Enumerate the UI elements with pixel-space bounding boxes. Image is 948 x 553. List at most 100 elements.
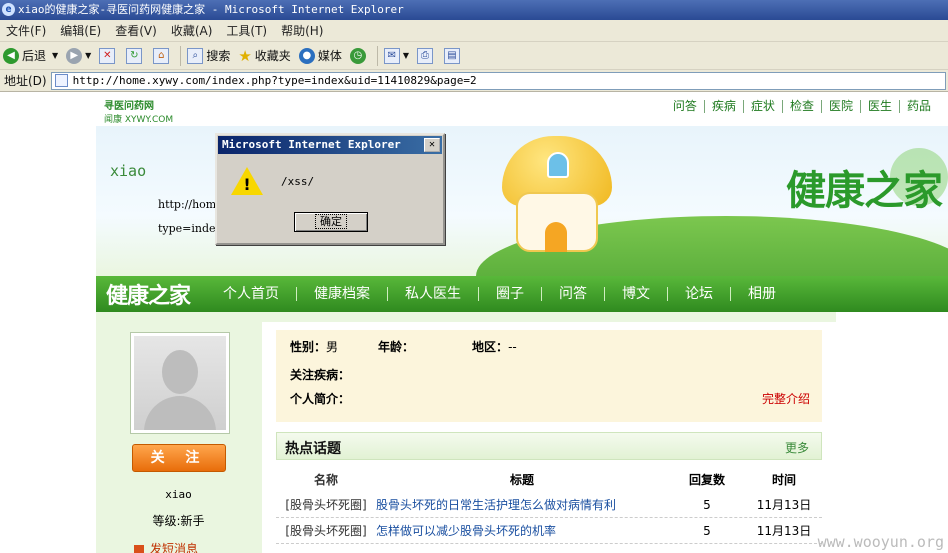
follow-button[interactable]: 关 注 — [132, 444, 226, 472]
dialog-ok-button[interactable]: 确定 — [294, 212, 368, 232]
window-titlebar: e xiao的健康之家-寻医问药网健康之家 - Microsoft Intern… — [0, 0, 948, 20]
ie-logo-icon: e — [2, 3, 15, 16]
nav-item-qa[interactable]: 问答 — [542, 287, 606, 301]
row-title-link[interactable]: 股骨头坏死的日常生活护理怎么做对病情有利 — [376, 496, 668, 513]
complete-intro-link[interactable]: 完整介绍 — [762, 390, 810, 407]
gender-label: 性别： — [290, 340, 327, 354]
media-icon: ● — [298, 47, 315, 64]
top-links: 问答 疾病 症状 检查 医院 医生 药品 — [666, 100, 938, 113]
favorites-button[interactable]: ★ 收藏夹 — [238, 47, 290, 65]
nav-item-home[interactable]: 个人首页 — [206, 287, 298, 301]
site-top-nav: 寻医问药网 闻康 XYWY.COM 问答 疾病 症状 检查 医院 医生 药品 — [96, 92, 948, 126]
address-label: 地址(D) — [4, 74, 47, 88]
address-url: http://home.xywy.com/index.php?type=inde… — [72, 74, 477, 87]
row-time: 11月13日 — [756, 524, 812, 538]
send-message-label: 发短消息 — [150, 542, 199, 553]
banner-username: xiao — [110, 162, 147, 180]
top-link-medicine[interactable]: 药品 — [900, 100, 938, 113]
nav-logo[interactable]: 健康之家 — [106, 278, 191, 310]
site-logo-line2: 闻康 XYWY.COM — [104, 115, 174, 125]
forward-button[interactable]: ▶ ▼ — [66, 47, 91, 64]
mail-dropdown-icon[interactable]: ▼ — [403, 51, 409, 60]
top-link-doctor[interactable]: 医生 — [861, 100, 900, 113]
row-replies: 5 — [703, 497, 711, 512]
history-button[interactable]: ◷ — [349, 47, 369, 64]
back-dropdown-icon[interactable]: ▼ — [52, 51, 58, 60]
send-message-link[interactable]: 发短消息 — [134, 540, 198, 553]
intro-label: 个人简介： — [290, 392, 351, 406]
refresh-button[interactable]: ↻ — [126, 47, 145, 64]
mail-icon: ✉ — [383, 47, 400, 64]
mail-button[interactable]: ✉ ▼ — [383, 47, 409, 64]
row-group-link[interactable]: [股骨头坏死圈] — [276, 496, 376, 513]
home-button[interactable]: ⌂ — [153, 47, 172, 64]
toolbar-separator — [376, 45, 378, 66]
nav-item-private-doctor[interactable]: 私人医生 — [388, 287, 480, 301]
gender-value: 男 — [326, 340, 339, 354]
menu-edit[interactable]: 编辑(E) — [60, 22, 101, 39]
banner-url-line1: http://hom — [158, 198, 217, 211]
alert-dialog: Microsoft Internet Explorer ✕ ! /xss/ 确定 — [215, 133, 445, 245]
toolbar-separator — [180, 45, 182, 66]
nav-item-album[interactable]: 相册 — [731, 287, 793, 301]
profile-main: 性别：男 年龄： 地区：-- 关注疾病： 个人简介： 完整介绍 热点话题 更多 … — [262, 322, 836, 553]
edit-button[interactable]: ▤ — [443, 47, 463, 64]
disease-label: 关注疾病： — [290, 368, 351, 382]
row-title-link[interactable]: 怎样做可以减少股骨头坏死的机率 — [376, 522, 668, 539]
hot-topics-table: 名称 标题 回复数 时间 [股骨头坏死圈] 股骨头坏死的日常生活护理怎么做对病情… — [276, 466, 822, 544]
col-header-name: 名称 — [313, 472, 338, 487]
profile-info-box: 性别：男 年龄： 地区：-- 关注疾病： 个人简介： 完整介绍 — [276, 330, 822, 422]
main-nav: 健康之家 个人首页 健康档案 私人医生 圈子 问答 博文 论坛 相册 — [96, 276, 948, 312]
hot-topics-title: 热点话题 — [285, 441, 341, 457]
site-logo[interactable]: 寻医问药网 闻康 XYWY.COM — [104, 97, 173, 125]
region-value: -- — [508, 340, 517, 354]
nav-item-health-record[interactable]: 健康档案 — [297, 287, 389, 301]
back-label: 后退 — [22, 49, 47, 63]
nav-item-blog[interactable]: 博文 — [605, 287, 669, 301]
row-group-link[interactable]: [股骨头坏死圈] — [276, 522, 376, 539]
banner-house-door — [545, 222, 567, 252]
nav-item-circle[interactable]: 圈子 — [479, 287, 543, 301]
menu-view[interactable]: 查看(V) — [115, 22, 157, 39]
edit-page-icon: ▤ — [443, 47, 460, 64]
favorites-label: 收藏夹 — [254, 49, 291, 63]
media-label: 媒体 — [317, 49, 342, 63]
menu-file[interactable]: 文件(F) — [6, 22, 46, 39]
dialog-title: Microsoft Internet Explorer — [222, 138, 401, 151]
print-button[interactable]: ⎙ — [416, 47, 436, 64]
top-link-exam[interactable]: 检查 — [783, 100, 822, 113]
top-link-symptom[interactable]: 症状 — [744, 100, 783, 113]
address-input[interactable]: http://home.xywy.com/index.php?type=inde… — [50, 71, 946, 90]
banner-brand: 健康之家 — [786, 168, 943, 214]
content-area: 关 注 xiao 等级:新手 发短消息 性别：男 年龄： 地区：-- 关注疾病：… — [96, 312, 836, 553]
nav-item-forum[interactable]: 论坛 — [668, 287, 732, 301]
search-button[interactable]: ⌕ 搜索 — [187, 47, 230, 64]
back-button[interactable]: ◀ 后退 ▼ — [3, 47, 58, 64]
top-link-disease[interactable]: 疾病 — [705, 100, 744, 113]
forward-arrow-icon: ▶ — [66, 47, 83, 64]
avatar[interactable] — [130, 332, 230, 434]
dialog-close-icon[interactable]: ✕ — [424, 138, 440, 152]
banner-url-line2: type=index — [158, 222, 222, 235]
forward-dropdown-icon[interactable]: ▼ — [85, 51, 91, 60]
col-header-replies: 回复数 — [688, 472, 725, 487]
table-row: [股骨头坏死圈] 怎样做可以减少股骨头坏死的机率 5 11月13日 — [276, 518, 822, 544]
warning-exclamation-icon: ! — [243, 175, 251, 194]
stop-button[interactable]: ✕ — [99, 47, 118, 64]
top-link-hospital[interactable]: 医院 — [822, 100, 861, 113]
hot-topics-more-link[interactable]: 更多 — [785, 439, 809, 456]
menu-help[interactable]: 帮助(H) — [281, 22, 323, 39]
address-bar: 地址(D) http://home.xywy.com/index.php?typ… — [0, 70, 948, 92]
media-button[interactable]: ● 媒体 — [298, 47, 342, 64]
top-link-qa[interactable]: 问答 — [666, 100, 705, 113]
browser-toolbar: ◀ 后退 ▼ ▶ ▼ ✕ ↻ ⌂ ⌕ 搜索 ★ 收藏夹 ● 媒体 ◷ ✉ ▼ ⎙… — [0, 42, 948, 70]
menu-tools[interactable]: 工具(T) — [226, 22, 267, 39]
menu-favorites[interactable]: 收藏(A) — [171, 22, 213, 39]
site-logo-line1: 寻医问药网 — [104, 101, 154, 112]
page-icon — [54, 74, 68, 87]
table-header-row: 名称 标题 回复数 时间 — [276, 466, 822, 492]
home-icon: ⌂ — [153, 47, 170, 64]
profile-basic-row: 性别：男 年龄： 地区：-- — [290, 338, 557, 355]
refresh-icon: ↻ — [126, 47, 143, 64]
avatar-head-shape — [162, 350, 198, 394]
